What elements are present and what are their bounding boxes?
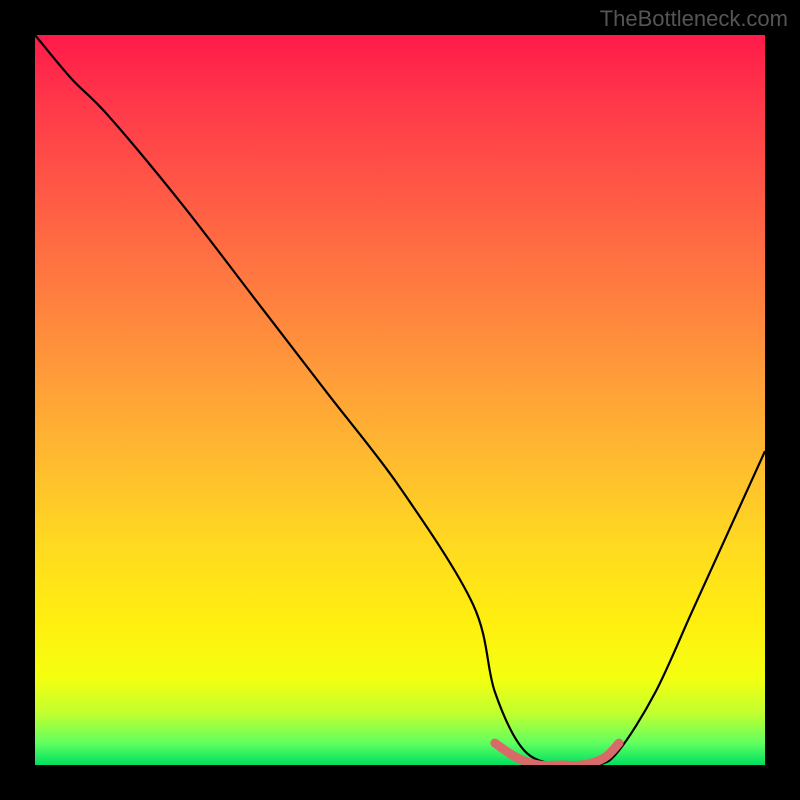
- bottleneck-curve-line: [35, 35, 765, 765]
- chart-svg: [35, 35, 765, 765]
- optimal-range-marker-line: [495, 743, 619, 765]
- chart-plot-area: [35, 35, 765, 765]
- watermark-text: TheBottleneck.com: [600, 6, 788, 32]
